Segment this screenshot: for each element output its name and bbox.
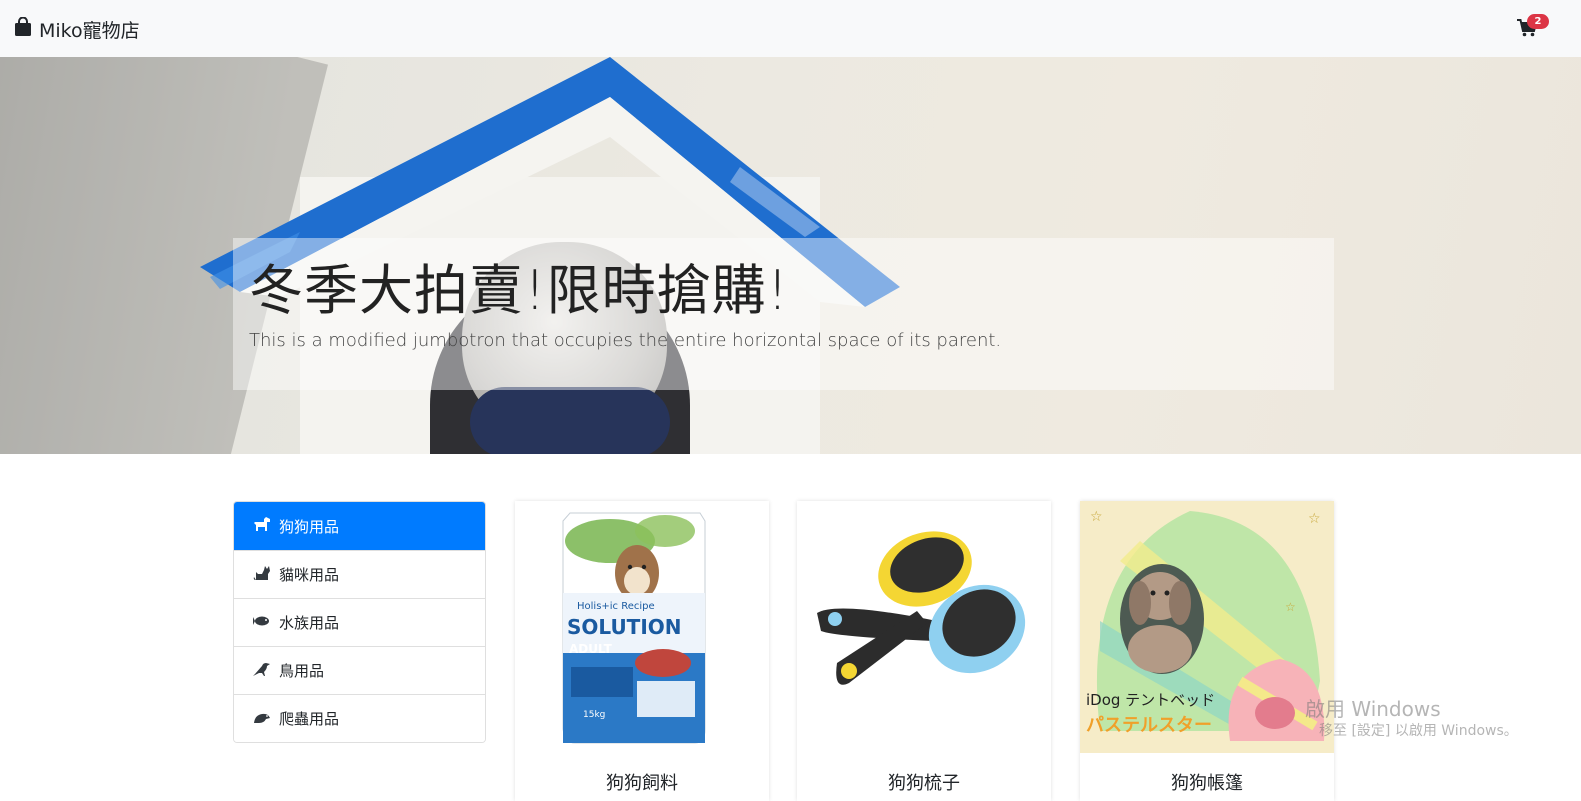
svg-text:☆: ☆	[1090, 509, 1103, 525]
windows-activation-watermark: 啟用 Windows 移至 [設定] 以啟用 Windows。	[1305, 697, 1518, 741]
product-image-dog-brush	[797, 501, 1051, 753]
product-card[interactable]: 狗狗梳子	[797, 501, 1051, 801]
svg-text:Holis+ic Recipe: Holis+ic Recipe	[577, 601, 655, 612]
hero-title: 冬季大拍賣!限時搶購!	[249, 259, 790, 322]
hero-lead: This is a modified jumbotron that occupi…	[249, 330, 1002, 351]
svg-text:iDog テントベッド: iDog テントベッド	[1086, 691, 1215, 709]
category-item-cat[interactable]: 貓咪用品	[234, 550, 485, 598]
cat-icon	[253, 565, 271, 585]
product-card[interactable]: Holis+ic Recipe SOLUTION ADULT 15kg 狗狗飼料	[515, 501, 769, 801]
category-label: 貓咪用品	[279, 566, 340, 584]
category-list: 狗狗用品 貓咪用品 水族用品 鳥用品 爬蟲用品	[233, 501, 486, 743]
svg-text:SOLUTION: SOLUTION	[567, 615, 682, 639]
cart-button[interactable]: 2	[1515, 14, 1555, 44]
category-item-bird[interactable]: 鳥用品	[234, 646, 485, 694]
reptile-icon	[253, 709, 271, 729]
category-item-dog[interactable]: 狗狗用品	[234, 502, 485, 550]
brand-name: Miko寵物店	[39, 19, 140, 42]
hero-banner: 冬季大拍賣!限時搶購! This is a modified jumbotron…	[0, 57, 1581, 454]
brand-link[interactable]: Miko寵物店	[14, 16, 140, 42]
crow-icon	[253, 661, 271, 681]
product-image-dog-tent: iDog テントベッド パステルスター ☆ ☆ ☆	[1080, 501, 1334, 753]
watermark-line2: 移至 [設定] 以啟用 Windows。	[1319, 723, 1518, 739]
category-label: 水族用品	[279, 614, 340, 632]
category-label: 狗狗用品	[279, 517, 340, 536]
category-label: 爬蟲用品	[279, 710, 340, 728]
shopping-bag-icon	[14, 16, 32, 42]
svg-text:ADULT: ADULT	[569, 642, 613, 656]
dog-scarf	[470, 387, 670, 454]
product-title[interactable]: 狗狗帳篷	[1080, 769, 1334, 795]
watermark-line1: 啟用 Windows	[1305, 697, 1441, 721]
category-item-fish[interactable]: 水族用品	[234, 598, 485, 646]
product-card[interactable]: iDog テントベッド パステルスター ☆ ☆ ☆ 狗狗帳篷	[1080, 501, 1334, 801]
fish-icon	[253, 613, 271, 633]
svg-text:☆: ☆	[1285, 600, 1296, 614]
dog-icon	[253, 516, 271, 536]
cart-count-badge: 2	[1527, 14, 1549, 29]
product-image-dog-food: Holis+ic Recipe SOLUTION ADULT 15kg	[515, 501, 769, 753]
jumbotron: 冬季大拍賣!限時搶購! This is a modified jumbotron…	[233, 238, 1334, 390]
category-item-reptile[interactable]: 爬蟲用品	[234, 694, 485, 742]
svg-text:☆: ☆	[1308, 511, 1321, 527]
product-title[interactable]: 狗狗飼料	[515, 769, 769, 795]
product-title[interactable]: 狗狗梳子	[797, 769, 1051, 795]
svg-text:パステルスター: パステルスター	[1086, 715, 1212, 736]
navbar: Miko寵物店 2	[0, 0, 1581, 57]
svg-text:15kg: 15kg	[583, 710, 605, 720]
category-label: 鳥用品	[279, 662, 325, 680]
